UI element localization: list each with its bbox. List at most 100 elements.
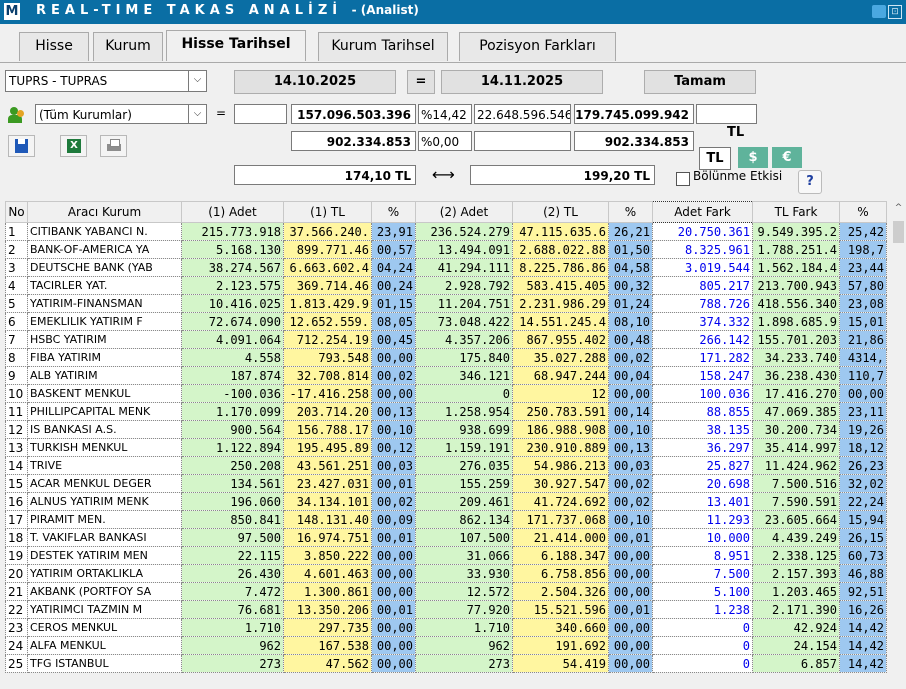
broker-name-cell: CITIBANK YABANCI N. <box>27 222 182 241</box>
total-2: 22.648.596.546 <box>474 104 571 124</box>
stock-select[interactable]: TUPRS - TUPRAS ⌵ <box>5 70 207 92</box>
scroll-thumb[interactable] <box>893 221 904 243</box>
table-row[interactable]: 22 YATIRIMCI TAZMIN M 76.681 13.350.206 00,0… <box>5 600 887 619</box>
pct1-cell: 00,00 <box>371 582 416 601</box>
tl2-cell: 6.758.856 <box>512 564 609 583</box>
table-row[interactable]: 6 EMEKLILIK YATIRIM F 72.674.090 12.652.559… <box>5 312 887 331</box>
currency-usd-button[interactable]: $ <box>738 147 768 168</box>
tl1-cell: 195.495.89 <box>283 438 372 457</box>
help-icon[interactable]: ? <box>798 170 822 194</box>
date-to[interactable]: 14.11.2025 <box>441 70 603 94</box>
table-row[interactable]: 20 YATIRIM ORTAKLIKLA 26.430 4.601.463 00,00… <box>5 564 887 583</box>
field-blank-2[interactable] <box>696 104 757 124</box>
pct2-cell: 00,03 <box>608 456 653 475</box>
table-row[interactable]: 8 FIBA YATIRIM 4.558 793.548 00,00 175.840 35.… <box>5 348 887 367</box>
pct-diff-cell: 23,44 <box>839 258 887 277</box>
table-row[interactable]: 19 DESTEK YATIRIM MEN 22.115 3.850.222 00,00… <box>5 546 887 565</box>
equals-sign: = <box>216 106 227 120</box>
table-row[interactable]: 17 PIRAMIT MEN. 850.841 148.131.40 00,09 862.… <box>5 510 887 529</box>
split-effect-checkbox[interactable] <box>676 172 690 186</box>
table-row[interactable]: 11 PHILLIPCAPITAL MENK 1.170.099 203.714.20… <box>5 402 887 421</box>
twitter-icon[interactable] <box>872 5 886 18</box>
col-header-tl-diff[interactable]: TL Fark <box>752 201 840 223</box>
table-row[interactable]: 25 TFG ISTANBUL 273 47.562 00,00 273 54.419 00,… <box>5 654 887 673</box>
col-header-qty-diff[interactable]: Adet Fark <box>652 201 753 223</box>
table-row[interactable]: 13 TURKISH MENKUL 1.122.894 195.495.89 00,12… <box>5 438 887 457</box>
qty2-cell: 175.840 <box>415 348 513 367</box>
save-icon[interactable] <box>8 135 35 157</box>
row-no-cell: 9 <box>5 366 28 385</box>
col-header-pct-diff[interactable]: % <box>839 201 887 223</box>
qty2-cell: 276.035 <box>415 456 513 475</box>
table-row[interactable]: 15 ACAR MENKUL DEGER 134.561 23.427.031 00,0… <box>5 474 887 493</box>
pct2-cell: 00,04 <box>608 366 653 385</box>
currency-tl-button[interactable]: TL <box>699 147 731 170</box>
tab-hisse-tarihsel[interactable]: Hisse Tarihsel <box>166 30 306 61</box>
tl1-cell: 712.254.19 <box>283 330 372 349</box>
pct2-cell: 00,10 <box>608 510 653 529</box>
table-row[interactable]: 5 YATIRIM-FINANSMAN 10.416.025 1.813.429.9 0… <box>5 294 887 313</box>
table-row[interactable]: 10 BASKENT MENKUL -100.036 -17.416.258 00,00… <box>5 384 887 403</box>
col-header-qty2[interactable]: (2) Adet <box>415 201 513 223</box>
table-row[interactable]: 23 CEROS MENKUL 1.710 297.735 00,00 1.710 340.… <box>5 618 887 637</box>
vertical-scrollbar[interactable]: ^ <box>891 201 906 689</box>
tab-pozisyon-farklari[interactable]: Pozisyon Farkları <box>459 32 616 61</box>
col-header-qty1[interactable]: (1) Adet <box>181 201 284 223</box>
row-no-cell: 22 <box>5 600 28 619</box>
pct1-cell: 00,13 <box>371 402 416 421</box>
col-header-no[interactable]: No <box>5 201 28 223</box>
table-row[interactable]: 16 ALNUS YATIRIM MENK 196.060 34.134.101 00,… <box>5 492 887 511</box>
split-effect-label: Bölünme Etkisi <box>693 169 783 183</box>
pct2-cell: 00,02 <box>608 348 653 367</box>
currency-eur-button[interactable]: € <box>772 147 802 168</box>
table-row[interactable]: 2 BANK-OF-AMERICA YA 5.168.130 899.771.46 00… <box>5 240 887 259</box>
scroll-up-icon[interactable]: ^ <box>891 203 906 217</box>
tab-kurum[interactable]: Kurum <box>93 32 163 61</box>
table-row[interactable]: 1 CITIBANK YABANCI N. 215.773.918 37.566.24… <box>5 222 887 241</box>
tl2-cell: 250.783.591 <box>512 402 609 421</box>
table-row[interactable]: 24 ALFA MENKUL 962 167.538 00,00 962 191.692 00… <box>5 636 887 655</box>
price-to: 199,20 TL <box>470 165 655 185</box>
tab-hisse[interactable]: Hisse <box>19 32 89 61</box>
field-blank-1[interactable] <box>234 104 287 124</box>
table-row[interactable]: 7 HSBC YATIRIM 4.091.064 712.254.19 00,45 4.3… <box>5 330 887 349</box>
qty-diff-cell: 10.000 <box>652 528 753 547</box>
ok-button[interactable]: Tamam <box>644 70 756 94</box>
tl2-cell: 171.737.068 <box>512 510 609 529</box>
col-header-pct1[interactable]: % <box>371 201 416 223</box>
print-icon[interactable] <box>100 135 127 157</box>
row-no-cell: 24 <box>5 636 28 655</box>
qty2-cell: 13.494.091 <box>415 240 513 259</box>
broker-name-cell: T. VAKIFLAR BANKASI <box>27 528 182 547</box>
pct-diff-cell: 16,26 <box>839 600 887 619</box>
maximize-icon[interactable]: ⊡ <box>888 5 902 19</box>
broker-name-cell: TRIVE <box>27 456 182 475</box>
excel-icon[interactable]: X <box>60 135 87 157</box>
table-row[interactable]: 4 TACIRLER YAT. 2.123.575 369.714.46 00,24 2.… <box>5 276 887 295</box>
tl1-cell: 23.427.031 <box>283 474 372 493</box>
col-header-pct2[interactable]: % <box>608 201 653 223</box>
window-subtitle: - (Analist) <box>351 3 419 17</box>
pct2-cell: 00,00 <box>608 654 653 673</box>
col-header-tl2[interactable]: (2) TL <box>512 201 609 223</box>
chevron-down-icon[interactable]: ⌵ <box>188 71 206 91</box>
table-row[interactable]: 14 TRIVE 250.208 43.561.251 00,03 276.035 54.9… <box>5 456 887 475</box>
chevron-down-icon[interactable]: ⌵ <box>188 105 206 123</box>
institution-select[interactable]: (Tüm Kurumlar) ⌵ <box>35 104 207 124</box>
col-header-tl1[interactable]: (1) TL <box>283 201 372 223</box>
institution-icon[interactable] <box>8 107 26 123</box>
col-header-broker[interactable]: Aracı Kurum <box>27 201 182 223</box>
row-no-cell: 11 <box>5 402 28 421</box>
pct-diff-cell: 00,00 <box>839 384 887 403</box>
tab-kurum-tarihsel[interactable]: Kurum Tarihsel <box>318 32 448 61</box>
date-from[interactable]: 14.10.2025 <box>234 70 396 94</box>
table-row[interactable]: 18 T. VAKIFLAR BANKASI 97.500 16.974.751 00,… <box>5 528 887 547</box>
equals-button[interactable]: = <box>407 70 435 94</box>
qty2-cell: 938.699 <box>415 420 513 439</box>
table-row[interactable]: 3 DEUTSCHE BANK (YAB 38.274.567 6.663.602.4… <box>5 258 887 277</box>
tl-diff-cell: 1.898.685.9 <box>752 312 840 331</box>
table-row[interactable]: 12 IS BANKASI A.S. 900.564 156.788.17 00,10 9… <box>5 420 887 439</box>
table-row[interactable]: 9 ALB YATIRIM 187.874 32.708.814 00,02 346.12… <box>5 366 887 385</box>
tab-bar: Hisse Kurum Hisse Tarihsel Kurum Tarihse… <box>0 24 906 62</box>
table-row[interactable]: 21 AKBANK (PORTFOY SA 7.472 1.300.861 00,00 1… <box>5 582 887 601</box>
